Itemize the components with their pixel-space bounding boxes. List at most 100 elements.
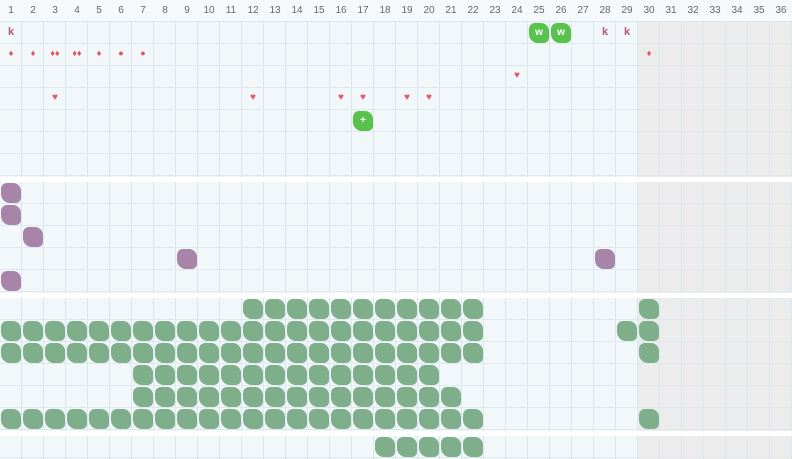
heart-icon[interactable]: ♥ <box>396 93 418 103</box>
green-entry[interactable] <box>1 409 21 429</box>
k-marker[interactable]: k <box>616 27 638 38</box>
green-entry[interactable] <box>89 409 109 429</box>
green-entry[interactable] <box>419 409 439 429</box>
green-entry[interactable] <box>639 299 659 319</box>
green-entry[interactable] <box>463 299 483 319</box>
green-entry[interactable] <box>155 343 175 363</box>
green-entry[interactable] <box>177 343 197 363</box>
green-entry[interactable] <box>331 365 351 385</box>
green-entry[interactable] <box>243 299 263 319</box>
heart-icon[interactable]: ♥ <box>506 71 528 81</box>
day-number[interactable]: 36 <box>770 0 792 22</box>
green-entry[interactable] <box>397 387 417 407</box>
green-entry[interactable] <box>199 409 219 429</box>
green-entry[interactable] <box>23 343 43 363</box>
green-entry[interactable] <box>617 321 637 341</box>
green-entry[interactable] <box>155 409 175 429</box>
green-entry[interactable] <box>177 409 197 429</box>
day-number[interactable]: 18 <box>374 0 396 22</box>
day-number[interactable]: 29 <box>616 0 638 22</box>
green-entry[interactable] <box>221 365 241 385</box>
drop-icon[interactable]: ● <box>132 49 154 58</box>
green-entry[interactable] <box>45 321 65 341</box>
green-entry[interactable] <box>133 343 153 363</box>
day-number[interactable]: 6 <box>110 0 132 22</box>
day-number[interactable]: 2 <box>22 0 44 22</box>
green-entry[interactable] <box>331 387 351 407</box>
green-entry[interactable] <box>177 387 197 407</box>
green-entry[interactable] <box>375 365 395 385</box>
day-number[interactable]: 1 <box>0 0 22 22</box>
green-entry[interactable] <box>133 387 153 407</box>
green-entry[interactable] <box>67 409 87 429</box>
day-number[interactable]: 31 <box>660 0 682 22</box>
drop-icon[interactable]: ● <box>110 49 132 58</box>
green-entry[interactable] <box>111 321 131 341</box>
green-entry[interactable] <box>133 321 153 341</box>
green-entry[interactable] <box>441 321 461 341</box>
green-entry[interactable] <box>463 343 483 363</box>
heart-icon[interactable]: ♥ <box>242 93 264 103</box>
green-entry[interactable] <box>353 365 373 385</box>
w-badge[interactable]: w <box>529 23 549 43</box>
purple-entry[interactable] <box>595 249 615 269</box>
green-entry[interactable] <box>155 387 175 407</box>
green-entry[interactable] <box>463 437 483 457</box>
green-entry[interactable] <box>397 437 417 457</box>
heart-icon[interactable]: ♥ <box>352 93 374 103</box>
green-entry[interactable] <box>243 409 263 429</box>
green-entry[interactable] <box>45 409 65 429</box>
green-entry[interactable] <box>221 321 241 341</box>
green-entry[interactable] <box>639 343 659 363</box>
green-entry[interactable] <box>221 343 241 363</box>
green-entry[interactable] <box>375 387 395 407</box>
green-entry[interactable] <box>309 387 329 407</box>
green-entry[interactable] <box>265 343 285 363</box>
green-entry[interactable] <box>441 409 461 429</box>
green-entry[interactable] <box>397 409 417 429</box>
drop-icon[interactable]: ♦ <box>638 49 660 58</box>
day-number[interactable]: 32 <box>682 0 704 22</box>
green-entry[interactable] <box>353 343 373 363</box>
day-number[interactable]: 14 <box>286 0 308 22</box>
green-entry[interactable] <box>419 437 439 457</box>
green-entry[interactable] <box>375 409 395 429</box>
heart-icon[interactable]: ♥ <box>418 93 440 103</box>
drop-icon[interactable]: ♦♦ <box>66 49 88 58</box>
green-entry[interactable] <box>441 387 461 407</box>
green-entry[interactable] <box>133 365 153 385</box>
green-entry[interactable] <box>397 321 417 341</box>
green-entry[interactable] <box>375 321 395 341</box>
green-entry[interactable] <box>265 299 285 319</box>
day-number[interactable]: 5 <box>88 0 110 22</box>
day-number[interactable]: 26 <box>550 0 572 22</box>
green-entry[interactable] <box>23 321 43 341</box>
day-number[interactable]: 15 <box>308 0 330 22</box>
green-entry[interactable] <box>89 321 109 341</box>
green-entry[interactable] <box>309 299 329 319</box>
green-entry[interactable] <box>177 365 197 385</box>
green-entry[interactable] <box>331 321 351 341</box>
drop-icon[interactable]: ♦♦ <box>44 49 66 58</box>
green-entry[interactable] <box>45 343 65 363</box>
day-number[interactable]: 19 <box>396 0 418 22</box>
green-entry[interactable] <box>111 409 131 429</box>
day-number[interactable]: 9 <box>176 0 198 22</box>
day-number[interactable]: 12 <box>242 0 264 22</box>
drop-icon[interactable]: ♦ <box>88 49 110 58</box>
day-number[interactable]: 33 <box>704 0 726 22</box>
green-entry[interactable] <box>67 343 87 363</box>
green-entry[interactable] <box>67 321 87 341</box>
w-badge[interactable]: w <box>551 23 571 43</box>
purple-entry[interactable] <box>1 205 21 225</box>
day-number[interactable]: 10 <box>198 0 220 22</box>
day-number[interactable]: 20 <box>418 0 440 22</box>
day-number[interactable]: 16 <box>330 0 352 22</box>
heart-icon[interactable]: ♥ <box>44 93 66 103</box>
green-entry[interactable] <box>177 321 197 341</box>
purple-entry[interactable] <box>177 249 197 269</box>
k-marker[interactable]: k <box>0 27 22 38</box>
k-marker[interactable]: k <box>594 27 616 38</box>
green-entry[interactable] <box>463 321 483 341</box>
green-entry[interactable] <box>89 343 109 363</box>
